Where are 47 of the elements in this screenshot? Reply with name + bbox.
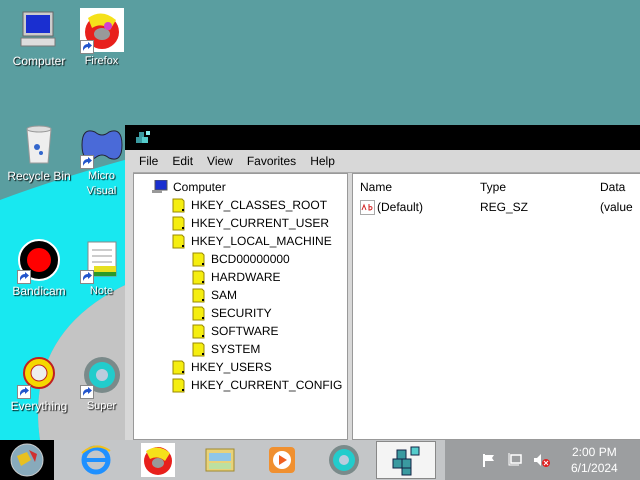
- value-data: (value: [600, 199, 633, 216]
- menu-item[interactable]: File: [139, 152, 158, 170]
- tree-item[interactable]: HKEY_CURRENT_CONFIG: [191, 376, 342, 394]
- tree-item[interactable]: SYSTEM: [211, 340, 260, 358]
- folder-icon: [172, 233, 186, 249]
- column-header[interactable]: Data: [600, 178, 640, 196]
- folder-icon: [172, 197, 186, 213]
- menu-item[interactable]: View: [207, 152, 233, 170]
- tree-item[interactable]: Computer: [173, 178, 226, 196]
- menu-item[interactable]: Edit: [172, 152, 194, 170]
- tree-item[interactable]: HKEY_CURRENT_USER: [191, 214, 330, 232]
- folder-icon: [192, 305, 206, 321]
- folder-icon: [172, 215, 186, 231]
- tree-item[interactable]: SAM: [211, 286, 238, 304]
- computer-icon: [152, 180, 168, 194]
- folder-icon: [192, 251, 206, 267]
- tree-item[interactable]: SOFTWARE: [211, 322, 279, 340]
- flag-icon: [481, 452, 497, 468]
- folder-icon: [172, 359, 186, 375]
- tree-item[interactable]: HKEY_LOCAL_MACHINE: [191, 232, 332, 250]
- folder-icon: [192, 341, 206, 357]
- fox-globe-icon: [80, 8, 124, 52]
- start-button[interactable]: [0, 440, 54, 480]
- tree-item[interactable]: SECURITY: [211, 304, 272, 322]
- folder-icon: [192, 287, 206, 303]
- menu-item[interactable]: Favorites: [246, 152, 296, 170]
- column-header[interactable]: Type: [480, 178, 600, 196]
- muted-speaker-icon: [533, 452, 551, 468]
- tree-item[interactable]: BCD00000000: [211, 250, 290, 268]
- browser-e-icon: [79, 443, 113, 477]
- globe-icon: [9, 442, 45, 478]
- taskbar-button[interactable]: [376, 441, 436, 479]
- menu-item[interactable]: Help: [310, 152, 335, 170]
- tree-item[interactable]: HARDWARE: [211, 268, 281, 286]
- fox-globe-icon: [141, 443, 175, 477]
- value-name[interactable]: (Default): [377, 198, 424, 216]
- column-header[interactable]: Name: [360, 178, 480, 196]
- disc-icon: [327, 443, 361, 477]
- folder-icon: [192, 323, 206, 339]
- tree-item[interactable]: HKEY_USERS: [191, 358, 272, 376]
- string-value-icon: [360, 200, 375, 214]
- network-icon: [507, 452, 523, 468]
- folder-icon: [192, 269, 206, 285]
- folder-icon: [172, 377, 186, 393]
- value-type: REG_SZ: [480, 199, 530, 216]
- cubes-icon: [135, 130, 151, 146]
- tree-item[interactable]: HKEY_CLASSES_ROOT: [191, 196, 328, 214]
